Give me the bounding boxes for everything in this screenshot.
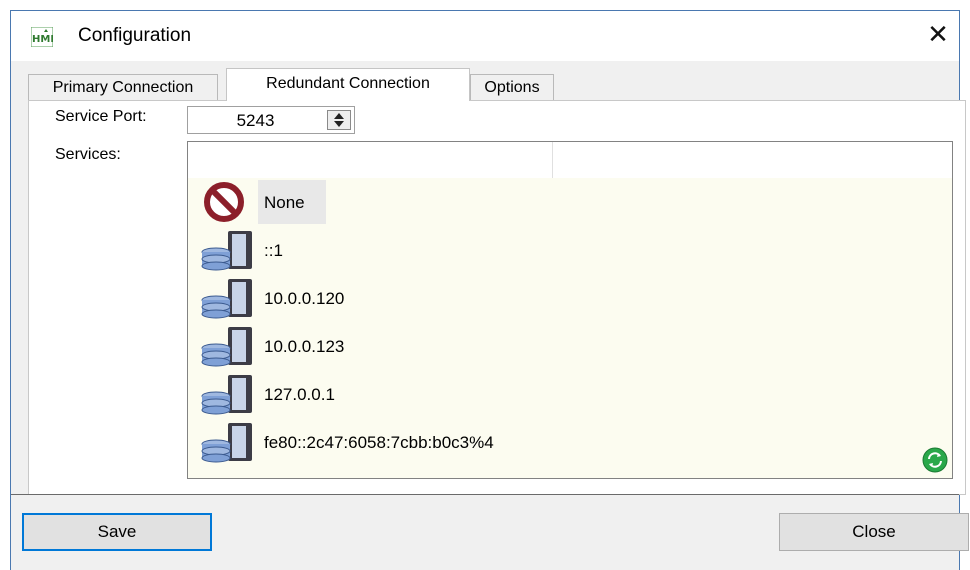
list-item-server[interactable]: 127.0.0.1: [196, 372, 496, 416]
save-button[interactable]: Save: [22, 513, 212, 551]
list-item-server[interactable]: 10.0.0.120: [196, 276, 496, 320]
close-button[interactable]: Close: [779, 513, 969, 551]
title-bar: HMI Configuration ✕: [11, 11, 959, 61]
configuration-dialog: HMI Configuration ✕ Primary Connection R…: [10, 10, 969, 570]
list-item-server[interactable]: 10.0.0.123: [196, 324, 496, 368]
tab-primary-connection[interactable]: Primary Connection: [28, 74, 218, 101]
list-item-server[interactable]: ::1: [196, 228, 496, 272]
services-list[interactable]: None ::1 10.0.0.120 10.0.0.123 127.0.0.1…: [187, 141, 953, 479]
list-item-label: None: [264, 193, 305, 212]
services-label: Services:: [55, 146, 121, 163]
server-database-icon: [201, 231, 252, 271]
close-window-icon[interactable]: ✕: [923, 19, 953, 49]
hmi-app-icon: HMI: [31, 27, 53, 47]
spin-down-icon[interactable]: [334, 121, 344, 127]
no-entry-icon: [204, 182, 244, 222]
column-separator[interactable]: [552, 142, 553, 178]
spin-up-icon[interactable]: [334, 113, 344, 119]
svg-text:HMI: HMI: [32, 34, 53, 45]
refresh-icon[interactable]: [922, 447, 948, 473]
tab-options[interactable]: Options: [470, 74, 554, 101]
spin-button[interactable]: [327, 110, 351, 130]
server-database-icon: [201, 279, 252, 319]
server-database-icon: [201, 375, 252, 415]
service-port-value[interactable]: 5243: [188, 111, 323, 131]
server-database-icon: [201, 423, 252, 463]
service-port-stepper[interactable]: 5243: [187, 106, 355, 134]
service-port-label: Service Port:: [55, 108, 147, 125]
divider: [11, 494, 959, 495]
window-title: Configuration: [78, 25, 192, 46]
list-item-label: 127.0.0.1: [264, 385, 335, 404]
list-item-label: fe80::2c47:6058:7cbb:b0c3%4: [264, 433, 494, 452]
list-item-label: ::1: [264, 241, 283, 260]
list-item-server[interactable]: fe80::2c47:6058:7cbb:b0c3%4: [196, 420, 616, 464]
list-item-none[interactable]: None: [196, 180, 396, 224]
list-item-label: 10.0.0.123: [264, 337, 345, 356]
server-database-icon: [201, 327, 252, 367]
list-item-label: 10.0.0.120: [264, 289, 345, 308]
list-header: [188, 142, 952, 178]
tab-redundant-connection[interactable]: Redundant Connection: [226, 68, 470, 101]
